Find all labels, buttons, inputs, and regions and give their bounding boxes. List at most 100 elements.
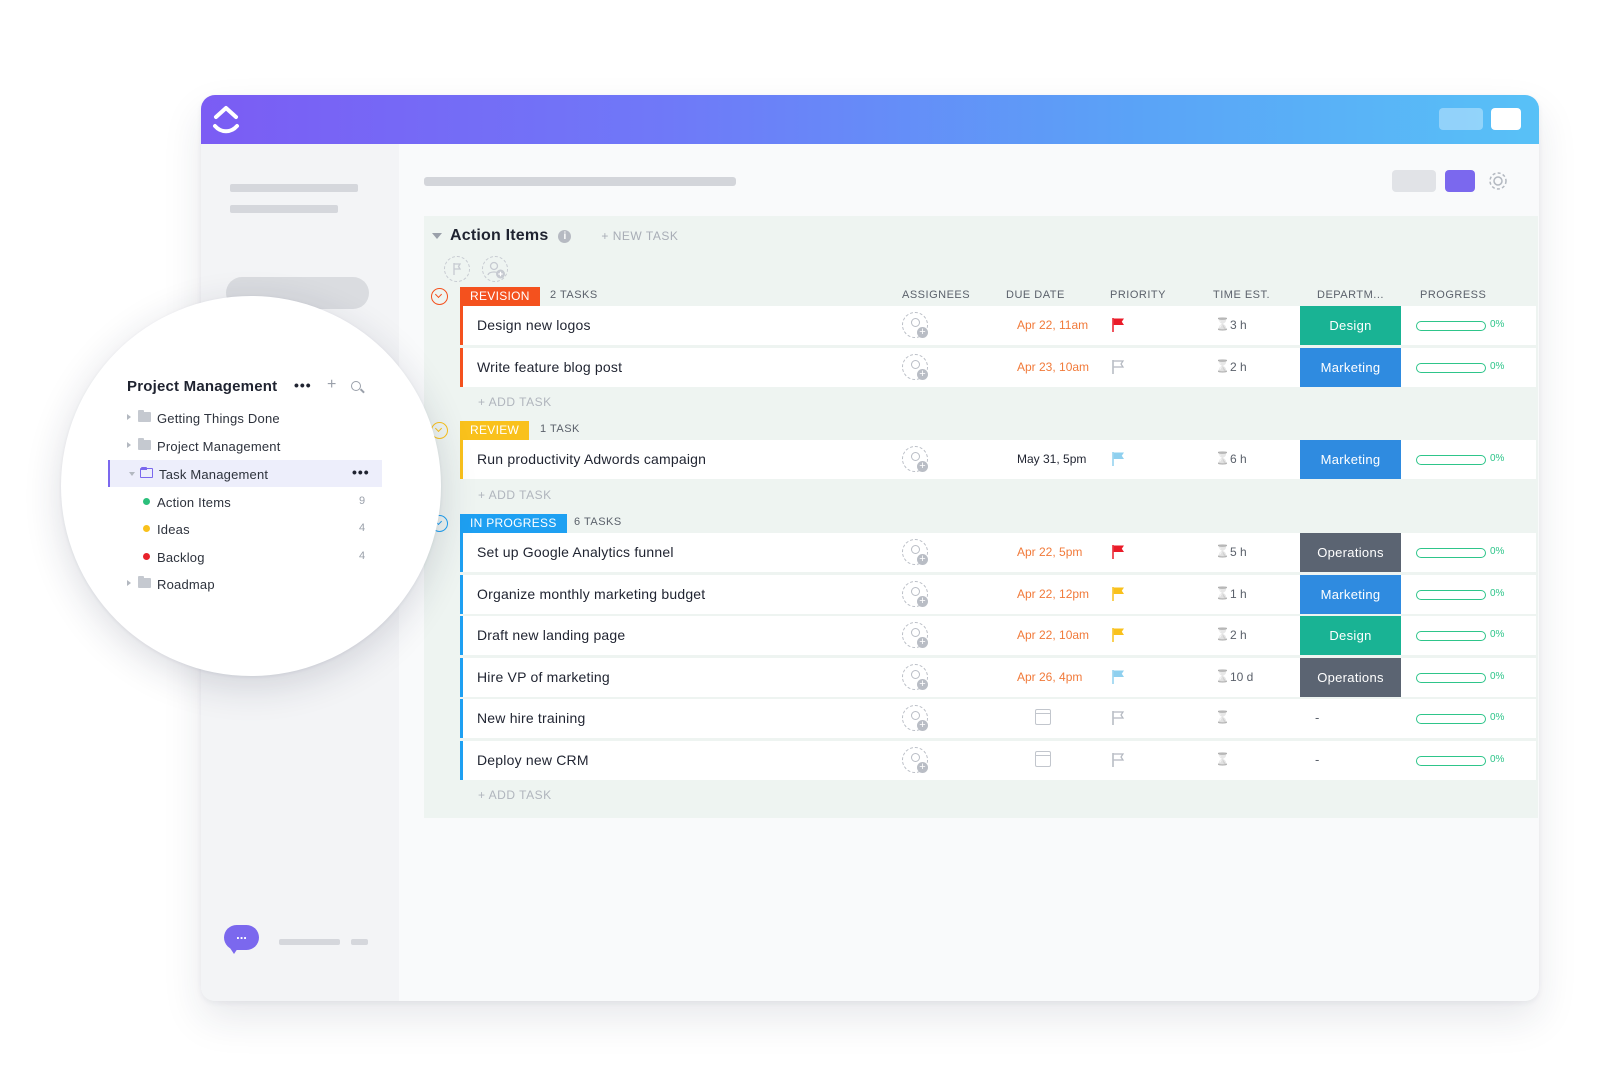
task-name[interactable]: New hire training [477,710,585,726]
column-header-progress[interactable]: PROGRESS [1420,289,1486,301]
priority-flag-icon[interactable] [1111,710,1125,726]
time-estimate[interactable]: 2 h [1230,628,1247,642]
department-empty[interactable]: - [1315,710,1319,725]
task-row[interactable]: Run productivity Adwords campaign May 31,… [460,440,1536,479]
task-name[interactable]: Organize monthly marketing budget [477,586,705,602]
space-more-icon[interactable]: ••• [294,377,312,393]
calendar-icon[interactable] [1035,750,1051,767]
add-assignee-icon[interactable] [902,353,928,380]
progress-bar[interactable] [1416,362,1486,373]
column-header-priority[interactable]: PRIORITY [1110,289,1166,301]
add-assignee-icon[interactable] [902,580,928,607]
due-date[interactable]: May 31, 5pm [1017,452,1086,466]
department-badge[interactable]: Design [1300,616,1401,655]
due-date[interactable]: Apr 22, 5pm [1017,545,1082,559]
task-row[interactable]: Draft new landing page Apr 22, 10am ⌛2 h De… [460,616,1536,655]
task-row[interactable]: Organize monthly marketing budget Apr 22,… [460,574,1536,614]
department-badge[interactable]: Marketing [1300,440,1401,479]
due-date[interactable]: Apr 22, 11am [1017,318,1088,332]
progress-bar[interactable] [1416,548,1486,558]
gear-icon[interactable] [1486,169,1510,193]
collapse-caret-icon[interactable] [432,233,442,239]
status-badge[interactable]: IN PROGRESS [460,514,567,533]
task-row[interactable]: Write feature blog post Apr 23, 10am ⌛2 h M… [460,347,1536,387]
time-estimate[interactable]: 10 d [1230,670,1253,684]
add-task-button[interactable]: + ADD TASK [478,488,552,502]
expand-arrow-icon[interactable] [127,580,131,586]
top-bar-button[interactable] [1491,108,1521,130]
progress-bar[interactable] [1416,714,1486,724]
add-assignee-icon[interactable] [902,746,928,773]
add-assignee-icon[interactable] [902,446,928,472]
task-name[interactable]: Design new logos [477,317,591,333]
status-badge[interactable]: REVIEW [460,421,530,440]
priority-flag-icon[interactable] [1111,317,1125,333]
sidebar-item-action-items[interactable]: Action Items 9 [61,488,441,515]
department-badge[interactable]: Marketing [1300,574,1401,614]
task-row[interactable]: Design new logos Apr 22, 11am ⌛3 h Design 0% [460,306,1536,345]
due-date[interactable]: Apr 26, 4pm [1017,670,1082,684]
sidebar-item-backlog[interactable]: Backlog 4 [61,543,441,570]
sidebar-item-getting-things-done[interactable]: Getting Things Done [61,404,441,431]
add-assignee-icon[interactable] [902,312,928,338]
task-name[interactable]: Deploy new CRM [477,752,589,768]
space-add-icon[interactable]: + [327,376,336,394]
expand-arrow-icon[interactable] [127,414,131,420]
expand-arrow-icon[interactable] [127,442,131,448]
task-name[interactable]: Draft new landing page [477,627,625,643]
chat-bubble-icon[interactable]: ... [224,925,259,954]
view-toggle-button[interactable] [1392,170,1436,192]
sidebar-item-task-management[interactable]: Task Management ••• [108,460,382,487]
view-toggle-active-button[interactable] [1445,170,1475,192]
priority-flag-icon[interactable] [1111,359,1125,375]
sidebar-item-ideas[interactable]: Ideas 4 [61,515,441,542]
info-icon[interactable]: i [558,229,572,243]
top-bar-button[interactable] [1439,108,1483,130]
progress-bar[interactable] [1416,631,1486,641]
search-icon[interactable] [351,381,361,391]
task-row[interactable]: New hire training ⌛ - 0% [460,699,1536,738]
add-assignee-icon[interactable] [902,663,928,690]
priority-flag-icon[interactable] [1111,451,1125,467]
progress-bar[interactable] [1416,589,1486,600]
priority-filter-flag-icon[interactable] [444,256,470,282]
priority-flag-icon[interactable] [1111,752,1125,768]
priority-flag-icon[interactable] [1111,544,1125,560]
task-name[interactable]: Run productivity Adwords campaign [477,451,706,467]
add-assignee-icon[interactable] [902,622,928,648]
add-assignee-icon[interactable] [902,705,928,731]
assignee-filter-icon[interactable] [482,256,508,282]
time-estimate[interactable]: 1 h [1230,587,1247,601]
add-task-button[interactable]: + ADD TASK [478,788,552,802]
time-estimate[interactable]: 5 h [1230,545,1247,559]
task-row[interactable]: Hire VP of marketing Apr 26, 4pm ⌛10 d Oper… [460,657,1536,697]
time-estimate[interactable]: 6 h [1230,452,1247,466]
sidebar-item-roadmap[interactable]: Roadmap [61,570,441,597]
status-badge[interactable]: REVISION [460,287,540,306]
column-header-time-est[interactable]: TIME EST. [1213,289,1270,301]
progress-bar[interactable] [1416,672,1486,683]
column-header-assignees[interactable]: ASSIGNEES [902,289,970,301]
group-collapse-icon[interactable] [431,288,448,305]
new-task-button[interactable]: + NEW TASK [601,229,678,243]
department-badge[interactable]: Operations [1300,657,1401,697]
priority-flag-icon[interactable] [1111,586,1125,602]
due-date[interactable]: Apr 23, 10am [1017,360,1089,374]
due-date[interactable]: Apr 22, 12pm [1017,587,1089,601]
calendar-icon[interactable] [1035,709,1051,725]
progress-bar[interactable] [1416,321,1486,331]
department-badge[interactable]: Design [1300,306,1401,345]
time-estimate[interactable]: 3 h [1230,318,1247,332]
priority-flag-icon[interactable] [1111,669,1125,685]
due-date[interactable]: Apr 22, 10am [1017,628,1089,642]
department-badge[interactable]: Operations [1300,533,1401,572]
department-badge[interactable]: Marketing [1300,347,1401,387]
folder-more-icon[interactable]: ••• [352,464,370,480]
priority-flag-icon[interactable] [1111,627,1125,643]
department-empty[interactable]: - [1315,752,1319,767]
task-row[interactable]: Deploy new CRM ⌛ - 0% [460,740,1536,780]
sidebar-item-project-management[interactable]: Project Management [61,432,441,459]
task-name[interactable]: Hire VP of marketing [477,669,610,685]
expand-arrow-icon[interactable] [129,472,135,476]
progress-bar[interactable] [1416,455,1486,465]
